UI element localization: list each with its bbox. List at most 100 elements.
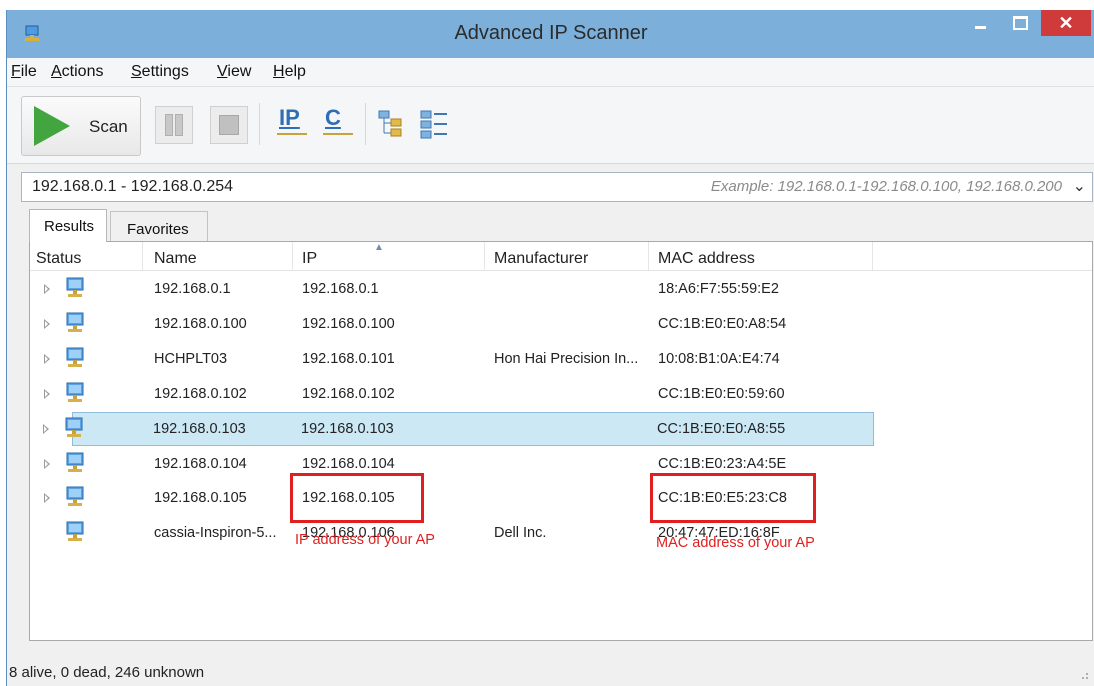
column-status[interactable]: Status	[36, 250, 81, 268]
expand-row-icon[interactable]	[44, 493, 50, 503]
tab-results-label: Results	[44, 218, 95, 235]
expand-row-icon[interactable]	[44, 459, 50, 469]
column-mac[interactable]: MAC address	[658, 250, 755, 268]
computer-icon	[66, 452, 84, 472]
cell-mac: CC:1B:E0:E0:A8:54	[658, 316, 787, 332]
mac-annotation: MAC address of your AP	[656, 535, 815, 551]
menu-settings[interactable]: Settings	[131, 63, 189, 81]
column-divider	[292, 242, 293, 270]
minimize-icon	[974, 25, 986, 29]
table-row[interactable]: 192.168.0.103 192.168.0.103 CC:1B:E0:E0:A8…	[43, 412, 874, 446]
column-divider	[872, 242, 873, 270]
computer-icon	[66, 382, 84, 402]
column-ip[interactable]: IP	[302, 250, 317, 268]
cell-name: 192.168.0.102	[154, 386, 247, 402]
c-underline	[323, 133, 353, 135]
column-manufacturer[interactable]: Manufacturer	[494, 250, 588, 268]
computer-icon	[66, 486, 84, 506]
cell-mac: CC:1B:E0:E0:59:60	[658, 386, 785, 402]
menu-help[interactable]: Help	[273, 63, 306, 81]
table-row[interactable]: 192.168.0.1 192.168.0.1 18:A6:F7:55:59:E2	[32, 273, 872, 305]
results-list: Status Name IP ▲ Manufacturer MAC addres…	[29, 241, 1093, 641]
list-header: Status Name IP ▲ Manufacturer MAC addres…	[30, 242, 1092, 271]
scan-label: Scan	[89, 117, 128, 136]
ip-highlight-box	[290, 473, 424, 523]
menu-file[interactable]: File	[11, 63, 37, 81]
close-icon: ✕	[1058, 12, 1074, 33]
scan-button[interactable]: Scan	[21, 96, 141, 156]
column-divider	[648, 242, 649, 270]
cell-name: 192.168.0.103	[153, 421, 246, 437]
column-divider	[142, 242, 143, 270]
chevron-down-icon[interactable]: ⌄	[1073, 176, 1086, 196]
c-scan-button[interactable]: C	[325, 105, 341, 131]
ip-annotation: IP address of your AP	[295, 532, 435, 548]
expand-row-icon[interactable]	[43, 424, 49, 434]
column-name[interactable]: Name	[154, 250, 197, 268]
expand-row-icon[interactable]	[44, 319, 50, 329]
tab-favorites[interactable]: Favorites	[110, 211, 208, 242]
computer-icon	[66, 521, 84, 541]
ip-scan-button[interactable]: IP	[279, 105, 300, 131]
minimize-button[interactable]	[961, 10, 999, 36]
tab-favorites-label: Favorites	[127, 221, 189, 238]
pause-icon	[165, 114, 173, 136]
toolbar: Scan IP C	[7, 87, 1094, 164]
cell-name: 192.168.0.104	[154, 456, 247, 472]
column-divider	[484, 242, 485, 270]
ip-range-input[interactable]: 192.168.0.1 - 192.168.0.254 Example: 192…	[21, 172, 1093, 202]
expand-row-icon[interactable]	[44, 389, 50, 399]
resize-grip-icon[interactable]	[1077, 668, 1089, 680]
cell-name: cassia-Inspiron-5...	[154, 525, 277, 541]
collapse-all-icon[interactable]	[419, 107, 453, 141]
maximize-button[interactable]	[1001, 10, 1039, 36]
expand-all-icon[interactable]	[377, 107, 411, 141]
ip-range-value: 192.168.0.1 - 192.168.0.254	[32, 178, 234, 195]
ip-underline	[277, 133, 307, 135]
cell-name: 192.168.0.100	[154, 316, 247, 332]
table-row[interactable]: HCHPLT03 192.168.0.101 Hon Hai Precision I…	[32, 343, 872, 375]
cell-name: 192.168.0.1	[154, 281, 231, 297]
close-button[interactable]: ✕	[1041, 10, 1091, 36]
table-row[interactable]: 192.168.0.100 192.168.0.100 CC:1B:E0:E0:A8…	[32, 308, 872, 340]
computer-icon	[66, 312, 84, 332]
window-title: Advanced IP Scanner	[454, 22, 648, 44]
status-text: 8 alive, 0 dead, 246 unknown	[9, 664, 205, 681]
menu-bar: File Actions Settings View Help	[7, 58, 1094, 87]
mac-highlight-box	[650, 473, 816, 523]
cell-name: HCHPLT03	[154, 351, 228, 367]
toolbar-separator-2	[365, 103, 366, 145]
computer-icon	[66, 277, 84, 297]
cell-ip: 192.168.0.102	[302, 386, 395, 402]
menu-actions[interactable]: Actions	[51, 63, 103, 81]
toolbar-separator	[259, 103, 260, 145]
client-area: File Actions Settings View Help Scan IP …	[7, 58, 1094, 686]
cell-mac: 10:08:B1:0A:E4:74	[658, 351, 780, 367]
title-bar[interactable]: Advanced IP Scanner ✕	[7, 10, 1094, 58]
cell-ip: 192.168.0.104	[302, 456, 395, 472]
stop-icon	[219, 115, 239, 135]
play-icon	[34, 106, 70, 146]
pause-button[interactable]	[155, 106, 193, 144]
ip-range-example: Example: 192.168.0.1-192.168.0.100, 192.…	[710, 178, 1062, 195]
app-window: Advanced IP Scanner ✕ File Actions Setti…	[6, 10, 1094, 686]
cell-mac: CC:1B:E0:23:A4:5E	[658, 456, 787, 472]
cell-ip: 192.168.0.100	[302, 316, 395, 332]
computer-icon	[66, 347, 84, 367]
cell-manufacturer: Hon Hai Precision In...	[494, 351, 639, 367]
sort-ascending-icon: ▲	[374, 242, 384, 253]
tab-results[interactable]: Results	[29, 209, 107, 242]
expand-row-icon[interactable]	[44, 354, 50, 364]
maximize-icon	[1012, 16, 1028, 30]
stop-button[interactable]	[210, 106, 248, 144]
cell-ip: 192.168.0.103	[301, 421, 394, 437]
table-row[interactable]: 192.168.0.102 192.168.0.102 CC:1B:E0:E0:59…	[32, 378, 872, 410]
computer-icon	[65, 417, 83, 437]
cell-name: 192.168.0.105	[154, 490, 247, 506]
cell-ip: 192.168.0.1	[302, 281, 379, 297]
pause-icon-bar	[175, 114, 183, 136]
menu-view[interactable]: View	[217, 63, 251, 81]
expand-row-icon[interactable]	[44, 284, 50, 294]
cell-mac: 18:A6:F7:55:59:E2	[658, 281, 779, 297]
status-bar: 8 alive, 0 dead, 246 unknown	[7, 662, 1094, 686]
